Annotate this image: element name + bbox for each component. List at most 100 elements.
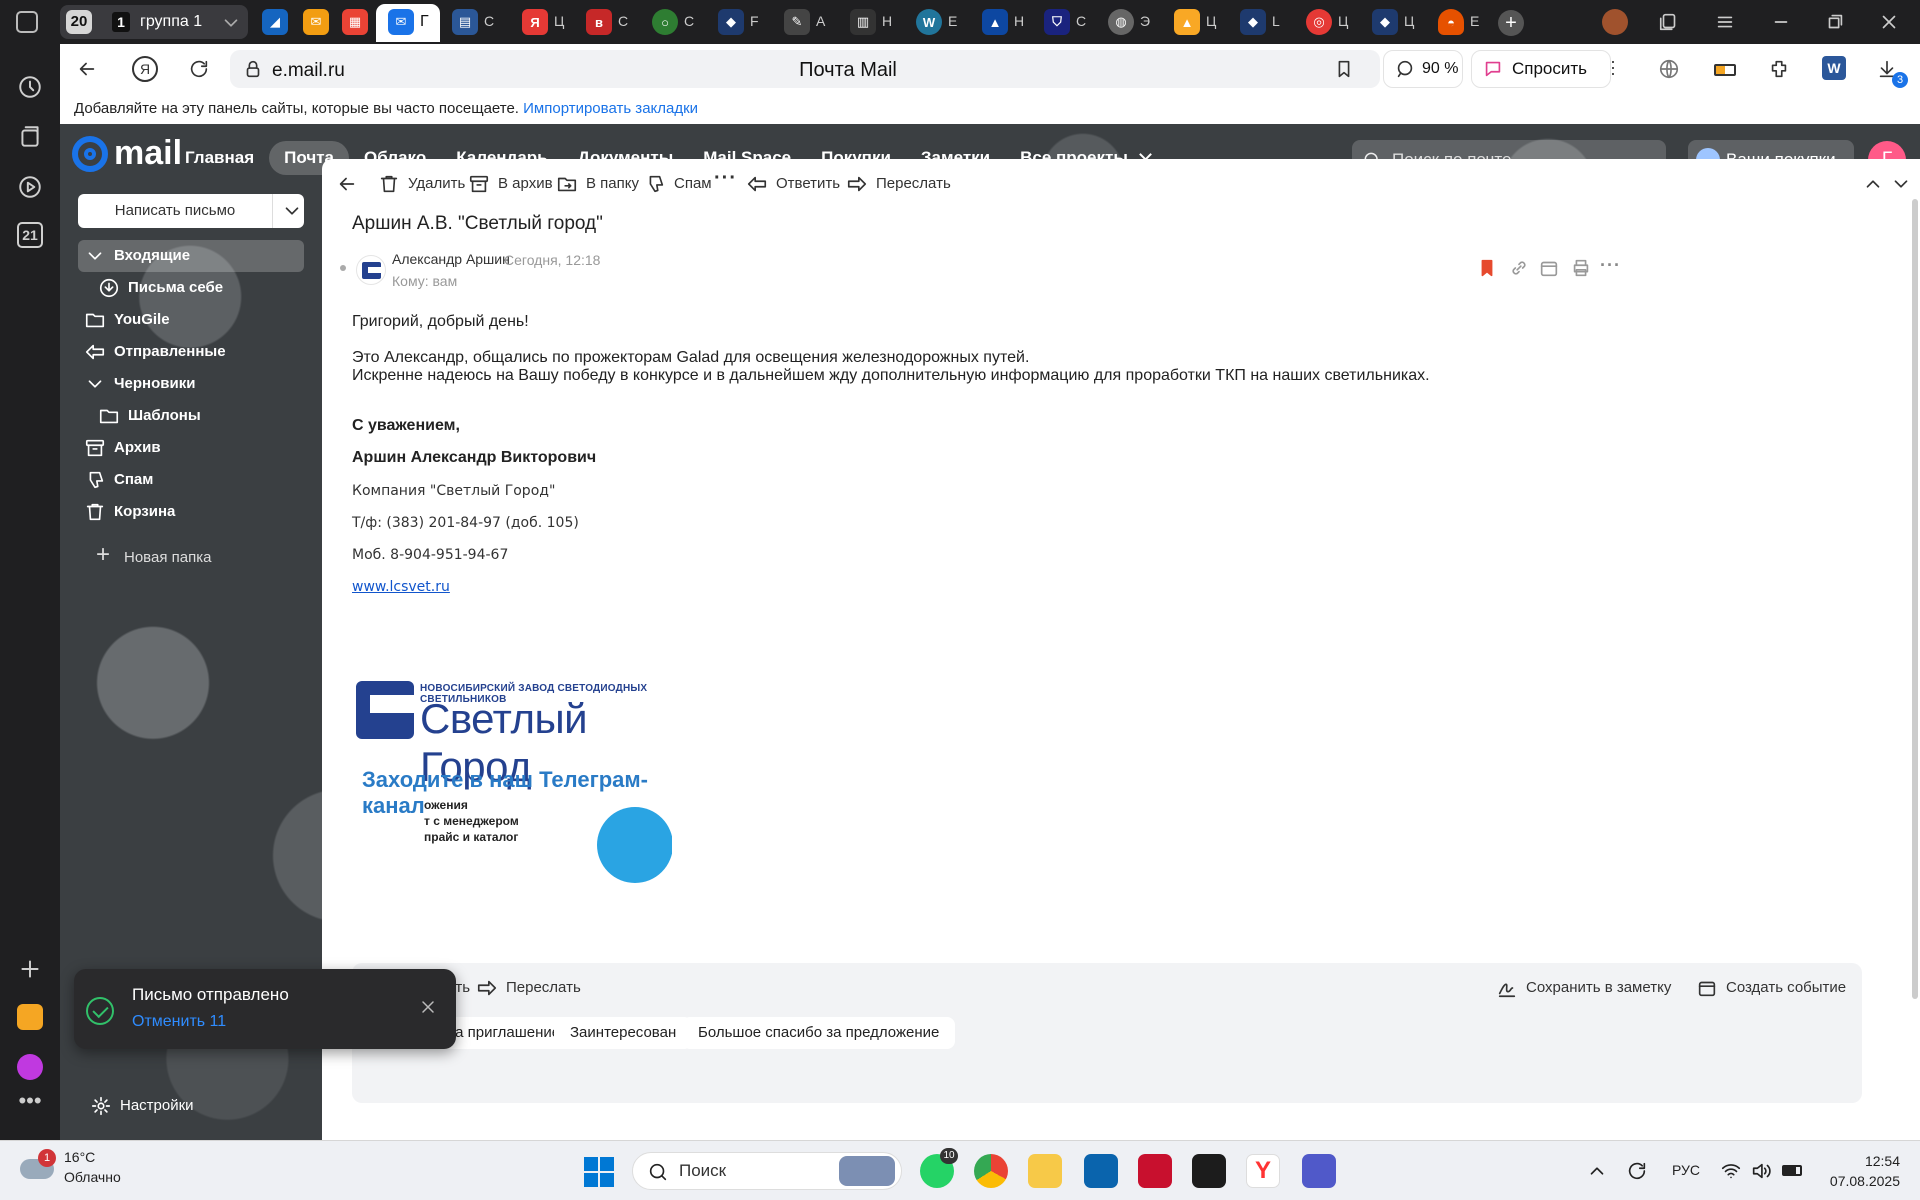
more-icon[interactable]: ••• [17, 1090, 43, 1120]
tab-favicon-diamond-icon[interactable]: ◆ [1372, 9, 1398, 35]
quick-reply-chip[interactable]: Заинтересован [554, 1017, 693, 1049]
tab-favicon-circle-icon[interactable]: ○ [652, 9, 678, 35]
ask-button[interactable]: Спросить [1471, 50, 1611, 88]
active-tab[interactable]: ✉ Г [376, 4, 440, 42]
new-tab-icon[interactable]: + [1498, 10, 1524, 36]
company-banner[interactable]: НОВОСИБИРСКИЙ ЗАВОД СВЕТОДИОДНЫХ СВЕТИЛЬ… [352, 679, 672, 889]
tab-favicon-globe-icon[interactable]: ◍ [1108, 9, 1134, 35]
menu-icon[interactable] [1714, 11, 1736, 33]
tab-favicon-vk-icon[interactable]: в [586, 9, 612, 35]
bookmark-icon[interactable] [1333, 58, 1355, 80]
back-arrow-icon[interactable] [336, 173, 358, 195]
teams-icon[interactable] [1302, 1154, 1336, 1188]
url-text[interactable]: e.mail.ru [272, 60, 345, 82]
file-explorer-icon[interactable] [1028, 1154, 1062, 1188]
close-window-icon[interactable] [1878, 11, 1900, 33]
link-icon[interactable] [1508, 257, 1530, 279]
sender-name[interactable]: Александр Аршин [392, 251, 510, 267]
close-icon[interactable] [418, 997, 438, 1017]
chrome-icon[interactable] [974, 1154, 1008, 1188]
battery-icon[interactable] [1782, 1165, 1802, 1176]
camera-app-icon[interactable] [1192, 1154, 1226, 1188]
chevron-up-icon[interactable] [1586, 1160, 1608, 1182]
unread-dot[interactable] [340, 265, 346, 271]
folder-drafts[interactable]: Черновики [78, 368, 304, 400]
kebab-menu-icon[interactable]: · · · [1610, 52, 1616, 82]
message-scrollbar[interactable] [1912, 199, 1918, 999]
sync-icon[interactable] [1626, 1160, 1648, 1182]
taskbar-search[interactable]: Поиск [632, 1152, 902, 1190]
whatsapp-icon[interactable]: 10 [920, 1148, 958, 1188]
delete-button[interactable]: Удалить [378, 173, 465, 195]
tab-favicon-helmet-icon[interactable]: ◓ [1438, 9, 1464, 35]
tab-favicon-flame-icon[interactable]: ▲ [982, 9, 1008, 35]
quick-forward-button[interactable]: Переслать [476, 977, 581, 999]
back-arrow-icon[interactable] [76, 58, 98, 80]
restore-icon[interactable] [1824, 11, 1846, 33]
tab-favicon-shield-icon[interactable]: ⛉ [1044, 9, 1070, 35]
tab-favicon-sheet-icon[interactable]: ▥ [850, 9, 876, 35]
message-recipients[interactable]: Кому: вам [392, 273, 457, 289]
history-icon[interactable] [17, 74, 43, 100]
reply-button[interactable]: Ответить [746, 173, 840, 195]
tab-favicon-pen-icon[interactable]: ✎ [784, 9, 810, 35]
signature-website-link[interactable]: www.lcsvet.ru [352, 579, 450, 595]
more-icon[interactable]: ··· [1600, 255, 1622, 277]
save-note-button[interactable]: Сохранить в заметку [1496, 977, 1671, 999]
more-actions-icon[interactable]: ··· [714, 167, 737, 190]
forward-button[interactable]: Переслать [846, 173, 951, 195]
tab-switcher-icon[interactable] [16, 11, 38, 33]
tabs-icon[interactable] [17, 124, 43, 150]
tab-favicon-image-icon[interactable]: ▲ [1174, 9, 1200, 35]
calendar-icon[interactable] [1538, 257, 1560, 279]
sender-avatar[interactable] [356, 255, 386, 285]
minimize-icon[interactable] [1770, 11, 1792, 33]
compose-button[interactable]: Написать письмо [78, 194, 304, 228]
yandex-browser-icon[interactable]: Y [1246, 1154, 1280, 1188]
new-folder-button[interactable]: + Новая папка [96, 543, 211, 570]
folder-trash[interactable]: Корзина [78, 496, 304, 528]
tab-favicon-cloud-icon[interactable]: ◢ [262, 9, 288, 35]
folder-yougile[interactable]: YouGile [78, 304, 304, 336]
chevron-down-icon[interactable] [84, 245, 106, 267]
spam-button[interactable]: Спам [644, 173, 712, 195]
mail-logo[interactable]: mail [72, 134, 182, 173]
tab-favicon-ring-icon[interactable]: ◎ [1306, 9, 1332, 35]
folder-sent[interactable]: Отправленные [78, 336, 304, 368]
lock-icon[interactable] [242, 58, 264, 80]
chevron-up-icon[interactable] [1862, 173, 1884, 195]
folder-archive[interactable]: Архив [78, 432, 304, 464]
print-icon[interactable] [1570, 257, 1592, 279]
chevron-down-icon[interactable] [84, 373, 106, 395]
tab-favicon-yandex-icon[interactable]: Я [522, 9, 548, 35]
extensions-icon[interactable] [1768, 58, 1790, 80]
video-icon[interactable] [17, 174, 43, 200]
outlook-icon[interactable] [1084, 1154, 1118, 1188]
wifi-icon[interactable] [1720, 1160, 1742, 1182]
folder-spam[interactable]: Спам [78, 464, 304, 496]
folder-inbox[interactable]: Входящие [78, 240, 304, 272]
translate-globe-icon[interactable] [1658, 58, 1680, 80]
profile-avatar[interactable] [1602, 9, 1628, 35]
tab-favicon-doc-icon[interactable]: ▤ [452, 9, 478, 35]
import-bookmarks-link[interactable]: Импортировать закладки [523, 100, 698, 117]
word-icon[interactable]: W [1822, 56, 1846, 80]
volume-icon[interactable] [1750, 1160, 1772, 1182]
create-event-button[interactable]: Создать событие [1696, 977, 1846, 999]
bookmark-flag-icon[interactable] [1476, 257, 1498, 279]
yandex-home-icon[interactable]: Я [132, 56, 158, 82]
tab-favicon-diamond-icon[interactable]: ◆ [718, 9, 744, 35]
tab-favicon-app-icon[interactable]: ▦ [342, 9, 368, 35]
acrobat-icon[interactable] [1138, 1154, 1172, 1188]
quick-reply-chip[interactable]: Большое спасибо за предложение [682, 1017, 956, 1049]
folder-templates[interactable]: Шаблоны [78, 400, 304, 432]
input-language[interactable]: РУС [1672, 1162, 1700, 1178]
alice-icon[interactable] [17, 1054, 43, 1080]
tab-favicon-diamond-icon[interactable]: ◆ [1240, 9, 1266, 35]
tab-favicon-wordpress-icon[interactable]: W [916, 9, 942, 35]
add-panel-icon[interactable] [17, 956, 43, 982]
undo-send-button[interactable]: Отменить 11 [132, 1013, 226, 1031]
system-clock[interactable]: 12:54 07.08.2025 [1820, 1151, 1900, 1191]
battery-saver-icon[interactable] [1714, 64, 1736, 76]
mail-app-icon[interactable] [17, 1004, 43, 1030]
